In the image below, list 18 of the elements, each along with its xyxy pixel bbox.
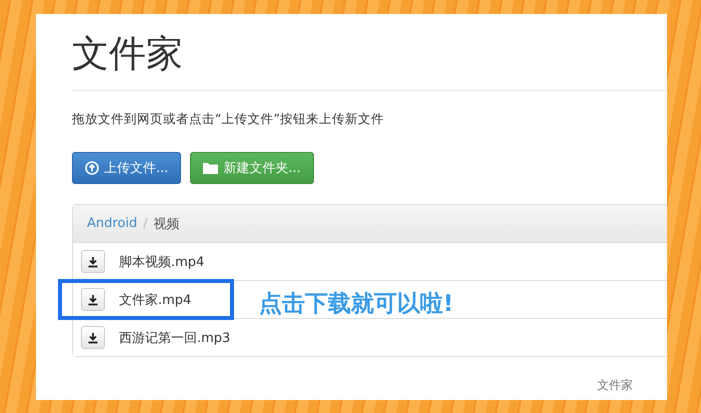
folder-icon (203, 162, 218, 174)
breadcrumb-separator: / (143, 216, 148, 231)
upload-icon (85, 161, 99, 175)
breadcrumb-current: 视频 (154, 216, 180, 232)
footer-text: 文件家 (597, 377, 633, 394)
download-icon (87, 256, 99, 268)
file-name[interactable]: 脚本视频.mp4 (119, 252, 204, 270)
download-icon (87, 294, 99, 306)
file-name[interactable]: 西游记第一回.mp3 (119, 328, 230, 346)
page-title: 文件家 (72, 32, 667, 91)
download-button[interactable] (81, 326, 105, 349)
annotation-text: 点击下载就可以啦! (259, 290, 454, 319)
download-button[interactable] (81, 288, 105, 311)
download-button[interactable] (81, 250, 105, 273)
upload-button[interactable]: 上传文件... (72, 152, 182, 184)
instructions-text: 拖放文件到网页或者点击“上传文件”按钮来上传新文件 (72, 111, 385, 128)
download-icon (87, 332, 99, 344)
file-name[interactable]: 文件家.mp4 (119, 290, 192, 308)
